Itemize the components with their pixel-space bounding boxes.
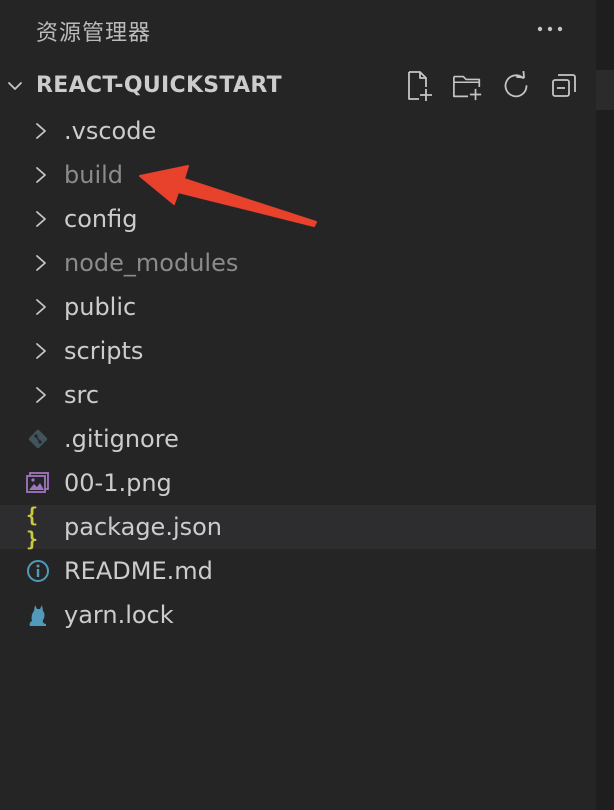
project-name: REACT-QUICKSTART: [36, 73, 282, 98]
collapse-all-icon: [552, 74, 576, 97]
scroll-shadow: [596, 70, 614, 110]
chevron-right-icon: [36, 299, 46, 315]
section-toolbar: [404, 68, 580, 104]
tree-item-label: README.md: [64, 557, 213, 585]
collapse-all-button[interactable]: [548, 68, 580, 104]
chevron-down-icon: [8, 82, 22, 90]
tree-item-label: 00-1.png: [64, 469, 172, 497]
tree-item-label: build: [64, 161, 124, 189]
tree-item-label: node_modules: [64, 249, 239, 277]
tree-item-package-json[interactable]: { } package.json: [0, 503, 596, 551]
tree-item-src[interactable]: src: [0, 373, 596, 417]
tree-item-scripts[interactable]: scripts: [0, 329, 596, 373]
new-folder-icon: [453, 75, 482, 101]
chevron-right-icon: [36, 343, 46, 359]
json-braces-icon: { }: [26, 503, 39, 551]
tree-item-label: .vscode: [64, 117, 157, 145]
tree-item-label: config: [64, 205, 138, 233]
tree-item-png[interactable]: 00-1.png: [0, 461, 596, 505]
new-folder-button[interactable]: [452, 68, 484, 104]
image-file-icon: [26, 472, 50, 494]
chevron-right-icon: [36, 123, 46, 139]
git-icon: [26, 428, 50, 450]
tree-item-label: scripts: [64, 337, 144, 365]
tree-item-build[interactable]: build: [0, 153, 596, 197]
chevron-right-icon: [36, 211, 46, 227]
tree-item-label: yarn.lock: [64, 601, 174, 629]
chevron-right-icon: [36, 387, 46, 403]
tree-item-label: src: [64, 381, 100, 409]
chevron-right-icon: [36, 167, 46, 183]
explorer-title: 资源管理器: [36, 21, 152, 46]
info-icon: [26, 560, 50, 582]
tree-item-node-modules[interactable]: node_modules: [0, 241, 596, 285]
refresh-icon: [504, 71, 528, 98]
editor-edge: [596, 0, 614, 810]
yarn-cat-icon: [26, 604, 50, 626]
explorer-panel: 资源管理器 REACT-QUICKSTART .vscode build con…: [0, 0, 614, 810]
file-tree: .vscode build config node_modules public: [0, 109, 596, 637]
new-file-icon: [408, 71, 432, 101]
ellipsis-icon: [537, 26, 563, 32]
tree-item-gitignore[interactable]: .gitignore: [0, 417, 596, 461]
tree-item-public[interactable]: public: [0, 285, 596, 329]
tree-item-readme[interactable]: README.md: [0, 549, 596, 593]
tree-item-config[interactable]: config: [0, 197, 596, 241]
tree-item-label: public: [64, 293, 137, 321]
explorer-header: 资源管理器: [0, 0, 596, 62]
more-actions-button[interactable]: [532, 12, 568, 46]
project-section-header[interactable]: REACT-QUICKSTART: [0, 64, 596, 108]
refresh-button[interactable]: [500, 68, 532, 104]
new-file-button[interactable]: [404, 68, 436, 104]
tree-item-label: .gitignore: [64, 425, 179, 453]
tree-item-vscode[interactable]: .vscode: [0, 109, 596, 153]
tree-item-label: package.json: [64, 513, 223, 541]
chevron-right-icon: [36, 255, 46, 271]
tree-item-yarn-lock[interactable]: yarn.lock: [0, 593, 596, 637]
